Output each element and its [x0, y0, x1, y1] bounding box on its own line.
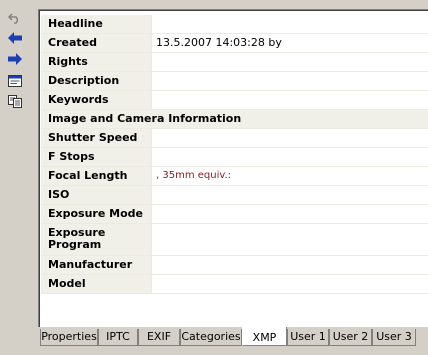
copy-button[interactable]	[5, 93, 25, 109]
section-label: Image and Camera Information	[41, 110, 428, 128]
field-value[interactable]	[153, 129, 428, 147]
field-value[interactable]	[153, 256, 428, 274]
field-row-model[interactable]: Model	[41, 275, 428, 294]
tab-user-2[interactable]: User 2	[329, 329, 372, 346]
tab-user-1[interactable]: User 1	[287, 329, 329, 346]
side-toolbar	[0, 0, 30, 355]
field-value[interactable]	[153, 205, 428, 223]
field-row-exposure-mode[interactable]: Exposure Mode	[41, 205, 428, 224]
field-label: Shutter Speed	[41, 129, 152, 147]
arrow-right-icon	[8, 53, 22, 65]
field-label: Exposure Program	[41, 224, 152, 255]
window-view-button[interactable]	[5, 73, 25, 89]
field-value[interactable]	[153, 224, 428, 255]
field-row-created[interactable]: Created 13.5.2007 14:03:28 by	[41, 34, 428, 53]
tab-properties[interactable]: Properties	[40, 329, 98, 346]
properties-grid-panel: Headline Created 13.5.2007 14:03:28 by R…	[38, 9, 428, 327]
field-row-headline[interactable]: Headline	[41, 15, 428, 34]
field-value[interactable]	[153, 148, 428, 166]
tab-xmp[interactable]: XMP	[242, 327, 287, 346]
field-label: ISO	[41, 186, 152, 204]
window-icon	[8, 75, 22, 87]
field-label: F Stops	[41, 148, 152, 166]
back-button[interactable]	[5, 30, 25, 46]
tab-user-3[interactable]: User 3	[372, 329, 416, 346]
metadata-panel-window: Headline Created 13.5.2007 14:03:28 by R…	[0, 0, 428, 355]
field-label: Model	[41, 275, 152, 293]
field-value[interactable]	[153, 15, 428, 33]
tab-categories[interactable]: Categories	[180, 329, 242, 346]
section-header-image-camera: Image and Camera Information	[41, 110, 428, 129]
undo-button[interactable]	[5, 10, 25, 26]
field-label: Focal Length	[41, 167, 152, 185]
field-label: Description	[41, 72, 152, 90]
field-row-rights[interactable]: Rights	[41, 53, 428, 72]
forward-button[interactable]	[5, 51, 25, 67]
tab-iptc[interactable]: IPTC	[98, 329, 138, 346]
arrow-left-icon	[8, 32, 22, 44]
field-label: Exposure Mode	[41, 205, 152, 223]
field-row-manufacturer[interactable]: Manufacturer	[41, 256, 428, 275]
field-row-shutter-speed[interactable]: Shutter Speed	[41, 129, 428, 148]
field-row-exposure-program[interactable]: Exposure Program	[41, 224, 428, 256]
field-value[interactable]: 13.5.2007 14:03:28 by	[153, 34, 428, 52]
field-row-iso[interactable]: ISO	[41, 186, 428, 205]
field-label: Created	[41, 34, 152, 52]
field-label: Manufacturer	[41, 256, 152, 274]
field-value[interactable]	[153, 53, 428, 71]
field-row-focal-length[interactable]: Focal Length , 35mm equiv.:	[41, 167, 428, 186]
field-label: Headline	[41, 15, 152, 33]
field-label: Keywords	[41, 91, 152, 109]
field-row-keywords[interactable]: Keywords	[41, 91, 428, 110]
tab-exif[interactable]: EXIF	[138, 329, 180, 346]
copy-icon	[8, 94, 22, 108]
properties-grid: Headline Created 13.5.2007 14:03:28 by R…	[41, 15, 428, 294]
field-value[interactable]	[153, 91, 428, 109]
undo-icon	[8, 12, 22, 24]
field-row-description[interactable]: Description	[41, 72, 428, 91]
field-value[interactable]: , 35mm equiv.:	[153, 167, 428, 185]
field-label: Rights	[41, 53, 152, 71]
field-value[interactable]	[153, 186, 428, 204]
field-value[interactable]	[153, 275, 428, 293]
field-value[interactable]	[153, 72, 428, 90]
field-row-f-stops[interactable]: F Stops	[41, 148, 428, 167]
tab-strip: Properties IPTC EXIF Categories XMP User…	[38, 327, 428, 348]
